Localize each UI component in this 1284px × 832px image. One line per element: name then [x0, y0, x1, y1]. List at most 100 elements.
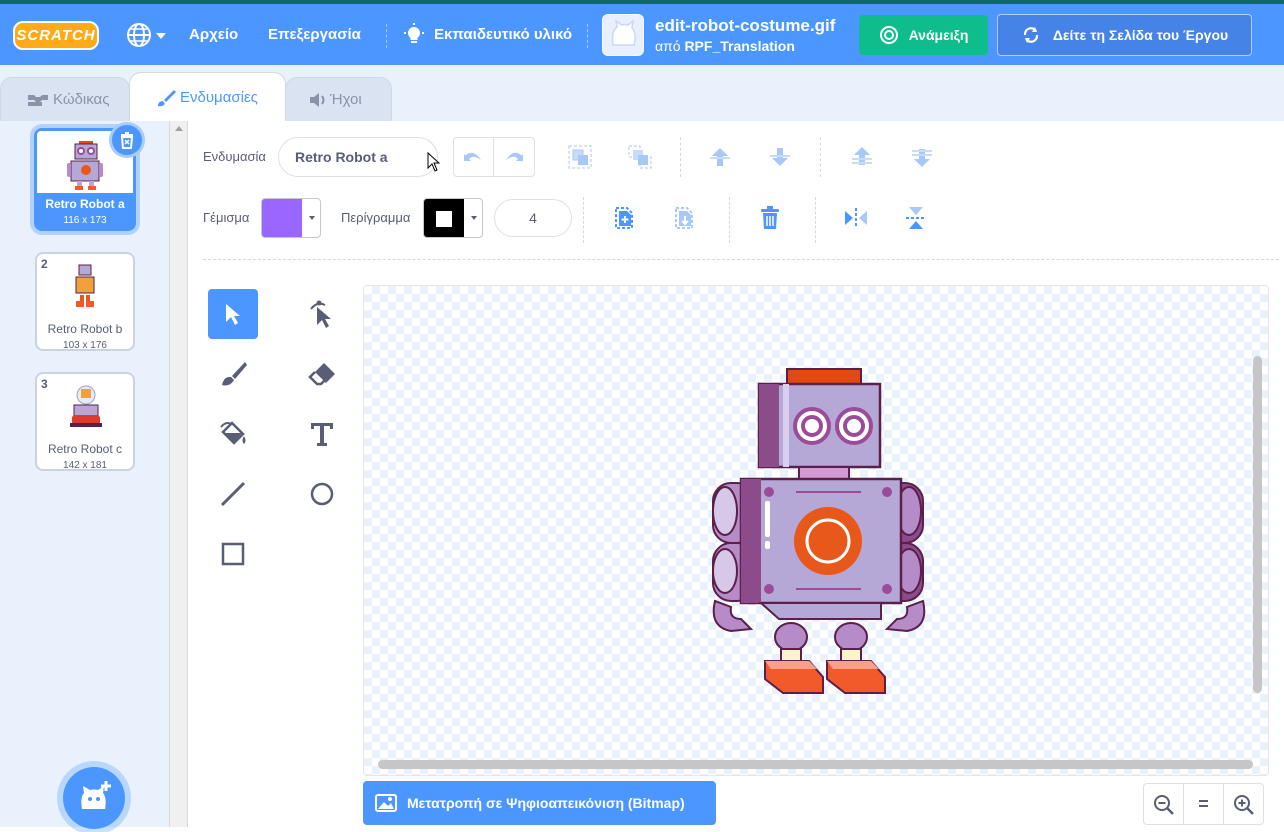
menu-bar: SCRATCH Αρχείο Επεξεργασία Εκπαιδευτικό …: [0, 4, 1284, 65]
backward-button[interactable]: [760, 137, 800, 177]
canvas-vertical-scrollbar[interactable]: [1253, 356, 1262, 693]
group-button[interactable]: [560, 137, 600, 177]
cat-icon: [611, 19, 636, 46]
delete-costume-button[interactable]: [109, 122, 145, 158]
undo-button[interactable]: [453, 137, 493, 177]
tab-costumes-label: Ενδυμασίες: [180, 89, 258, 106]
copy-button[interactable]: [604, 198, 644, 238]
costume-name-label: Ενδυμασία: [203, 149, 266, 164]
rectangle-tool[interactable]: [208, 529, 258, 579]
remix-icon: [879, 26, 898, 44]
costume-list-scrollbar[interactable]: [170, 121, 188, 827]
author-prefix: από: [655, 38, 681, 54]
zoom-out-icon: [1153, 795, 1174, 815]
cat-plus-icon: [81, 781, 111, 809]
zoom-out-button[interactable]: [1143, 783, 1184, 825]
robot-costume-artwork[interactable]: [364, 286, 1269, 776]
reshape-tool[interactable]: [297, 289, 347, 339]
forward-button[interactable]: [700, 137, 740, 177]
select-tool[interactable]: [208, 289, 258, 339]
flip-vertical-button[interactable]: [896, 198, 936, 238]
editor-tabs: Κώδικας Ενδυμασίες Ήχοι: [0, 65, 1284, 121]
toolbar-divider: [583, 197, 584, 243]
scroll-up-arrow-icon[interactable]: [170, 121, 188, 141]
flip-horizontal-icon: [845, 208, 867, 228]
flip-vertical-icon: [906, 207, 926, 229]
costume-item[interactable]: 3 Retro Robot c 142 x 181: [35, 372, 135, 471]
outline-color-picker[interactable]: [423, 198, 483, 238]
remix-button[interactable]: Ανάμειξη: [859, 15, 988, 55]
canvas-horizontal-scrollbar[interactable]: [378, 760, 1253, 769]
file-menu[interactable]: Αρχείο: [189, 4, 238, 65]
eraser-icon: [308, 363, 335, 386]
tab-costumes[interactable]: Ενδυμασίες: [129, 72, 286, 121]
paint-canvas[interactable]: [363, 285, 1269, 776]
eraser-tool[interactable]: [297, 349, 347, 399]
toolbar-divider: [820, 137, 821, 177]
menu-divider: [587, 24, 588, 48]
circle-tool[interactable]: [297, 469, 347, 519]
project-title[interactable]: edit-robot-costume.gif: [655, 16, 835, 36]
arrow-cursor-icon: [226, 304, 240, 325]
edit-menu[interactable]: Επεξεργασία: [268, 4, 361, 65]
undo-icon: [464, 152, 481, 161]
zoom-in-icon: [1233, 795, 1254, 815]
convert-to-bitmap-button[interactable]: Μετατροπή σε Ψηφιοαπεικόνιση (Bitmap): [363, 781, 716, 825]
line-icon: [220, 481, 246, 507]
ungroup-button[interactable]: [620, 137, 660, 177]
scratch-logo[interactable]: SCRATCH: [13, 21, 99, 50]
trash-icon: [120, 132, 134, 149]
paste-icon: [675, 207, 693, 229]
chevron-down-icon: [309, 216, 315, 220]
paste-button[interactable]: [664, 198, 704, 238]
costume-name: Retro Robot b: [47, 322, 123, 336]
toolbar-divider: [729, 197, 730, 243]
costume-thumbnail: [40, 377, 130, 437]
toolbar-divider: [815, 197, 816, 243]
arrow-up-icon: [710, 148, 730, 166]
fill-tool[interactable]: [208, 409, 258, 459]
fill-label: Γέμισμα: [203, 210, 250, 225]
redo-button[interactable]: [494, 137, 534, 177]
line-tool[interactable]: [208, 469, 258, 519]
code-blocks-icon: [28, 95, 48, 107]
menu-divider: [386, 24, 387, 48]
brush-tool[interactable]: [208, 349, 258, 399]
arrow-down-icon: [770, 148, 790, 166]
convert-to-bitmap-label: Μετατροπή σε Ψηφιοαπεικόνιση (Bitmap): [407, 795, 685, 811]
outline-inner: [436, 211, 452, 227]
text-tool[interactable]: [297, 409, 347, 459]
tab-sounds[interactable]: Ήχοι: [285, 77, 392, 121]
fill-color-swatch: [262, 199, 302, 237]
paint-bucket-icon: [220, 421, 246, 445]
costume-name-input[interactable]: Retro Robot a: [278, 137, 438, 177]
zoom-in-button[interactable]: [1223, 783, 1264, 825]
costume-size: 116 x 173: [63, 215, 107, 226]
brush-icon: [222, 362, 247, 386]
tutorials-label: Εκπαιδευτικό υλικό: [434, 26, 573, 43]
project-thumbnail: [602, 14, 644, 56]
bring-front-icon: [852, 147, 872, 165]
back-button[interactable]: [902, 137, 942, 177]
costume-size: 142 x 181: [63, 460, 107, 471]
add-costume-button[interactable]: [63, 767, 125, 829]
zoom-reset-button[interactable]: =: [1183, 783, 1224, 825]
flip-horizontal-button[interactable]: [836, 198, 876, 238]
toolbar-divider: [680, 137, 681, 177]
delete-button[interactable]: [750, 198, 790, 238]
chevron-down-icon: [471, 216, 477, 220]
costume-item[interactable]: 2 Retro Robot b 103 x 176: [35, 252, 135, 351]
group-icon: [568, 145, 592, 169]
toolbar-separator: [203, 259, 1279, 260]
language-menu[interactable]: [126, 4, 170, 65]
tab-sounds-label: Ήχοι: [330, 91, 362, 108]
front-button[interactable]: [842, 137, 882, 177]
copy-icon: [615, 207, 633, 229]
outline-width-input[interactable]: 4: [494, 199, 572, 237]
tab-code-label: Κώδικας: [53, 91, 110, 108]
fill-color-picker[interactable]: [261, 198, 321, 238]
tutorials-menu[interactable]: Εκπαιδευτικό υλικό: [402, 4, 572, 65]
outline-color-swatch: [424, 199, 464, 237]
see-project-page-button[interactable]: Δείτε τη Σελίδα του Έργου: [997, 14, 1252, 56]
tab-code[interactable]: Κώδικας: [0, 77, 130, 121]
